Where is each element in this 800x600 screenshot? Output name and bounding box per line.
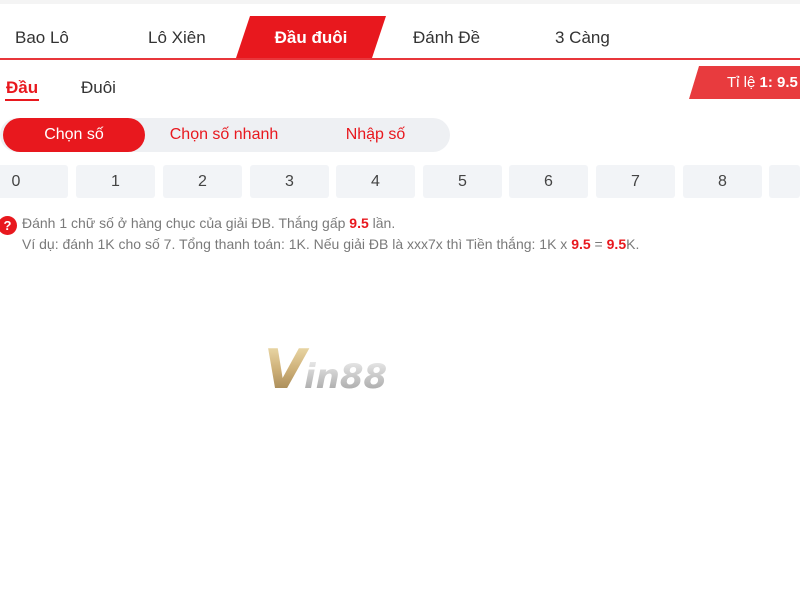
top-strip [0, 0, 800, 4]
info-line-2: Ví dụ: đánh 1K cho số 7. Tổng thanh toán… [22, 236, 639, 252]
info-highlight: 9.5 [606, 236, 627, 252]
info-highlight: 9.5 [349, 215, 369, 231]
digit-button-8[interactable]: 8 [683, 165, 762, 198]
tab-lo-xien[interactable]: Lô Xiên [148, 16, 206, 58]
digit-button-9[interactable] [769, 165, 800, 198]
digit-button-4[interactable]: 4 [336, 165, 415, 198]
digit-button-3[interactable]: 3 [250, 165, 329, 198]
info-text: lần. [368, 215, 396, 231]
mode-chon-so[interactable]: Chọn số [3, 118, 145, 152]
vin88-watermark-logo: V in88 [264, 338, 387, 398]
info-text: K. [626, 236, 640, 252]
digit-button-7[interactable]: 7 [596, 165, 675, 198]
sub-tab-dau[interactable]: Đầu [6, 78, 38, 98]
ratio-badge: Tỉ lệ 1: 9.5 [689, 66, 800, 99]
info-text: Đánh 1 chữ số ở hàng chục của giải ĐB. T… [22, 215, 350, 231]
digit-button-6[interactable]: 6 [509, 165, 588, 198]
mode-nhap-so[interactable]: Nhập số [318, 118, 433, 152]
sub-tab-duoi[interactable]: Đuôi [81, 78, 116, 98]
main-tab-bar: Bao Lô Lô Xiên Đầu đuôi Đánh Đề 3 Càng [0, 16, 800, 60]
info-text: Ví dụ: đánh 1K cho số 7. Tổng thanh toán… [22, 236, 572, 252]
selection-mode-control: Chọn số Chọn số nhanh Nhập số [0, 118, 450, 152]
mode-chon-so-nhanh[interactable]: Chọn số nhanh [150, 118, 298, 152]
ratio-value: 1: 9.5 [759, 74, 798, 91]
info-line-1: Đánh 1 chữ số ở hàng chục của giải ĐB. T… [22, 215, 395, 231]
digit-button-2[interactable]: 2 [163, 165, 242, 198]
info-text: = [590, 236, 607, 252]
digit-button-0[interactable]: 0 [0, 165, 68, 198]
sub-tab-active-underline [5, 99, 39, 101]
info-highlight: 9.5 [571, 236, 591, 252]
tab-bao-lo[interactable]: Bao Lô [15, 16, 69, 58]
tab-danh-de[interactable]: Đánh Đề [413, 16, 480, 58]
svg-text:in88: in88 [304, 357, 387, 397]
tab-3-cang[interactable]: 3 Càng [555, 16, 610, 58]
digit-button-5[interactable]: 5 [423, 165, 502, 198]
question-icon: ? [0, 216, 17, 235]
digit-button-1[interactable]: 1 [76, 165, 155, 198]
ratio-label: Tỉ lệ [727, 74, 756, 91]
tab-dau-duoi[interactable]: Đầu đuôi [236, 16, 386, 58]
